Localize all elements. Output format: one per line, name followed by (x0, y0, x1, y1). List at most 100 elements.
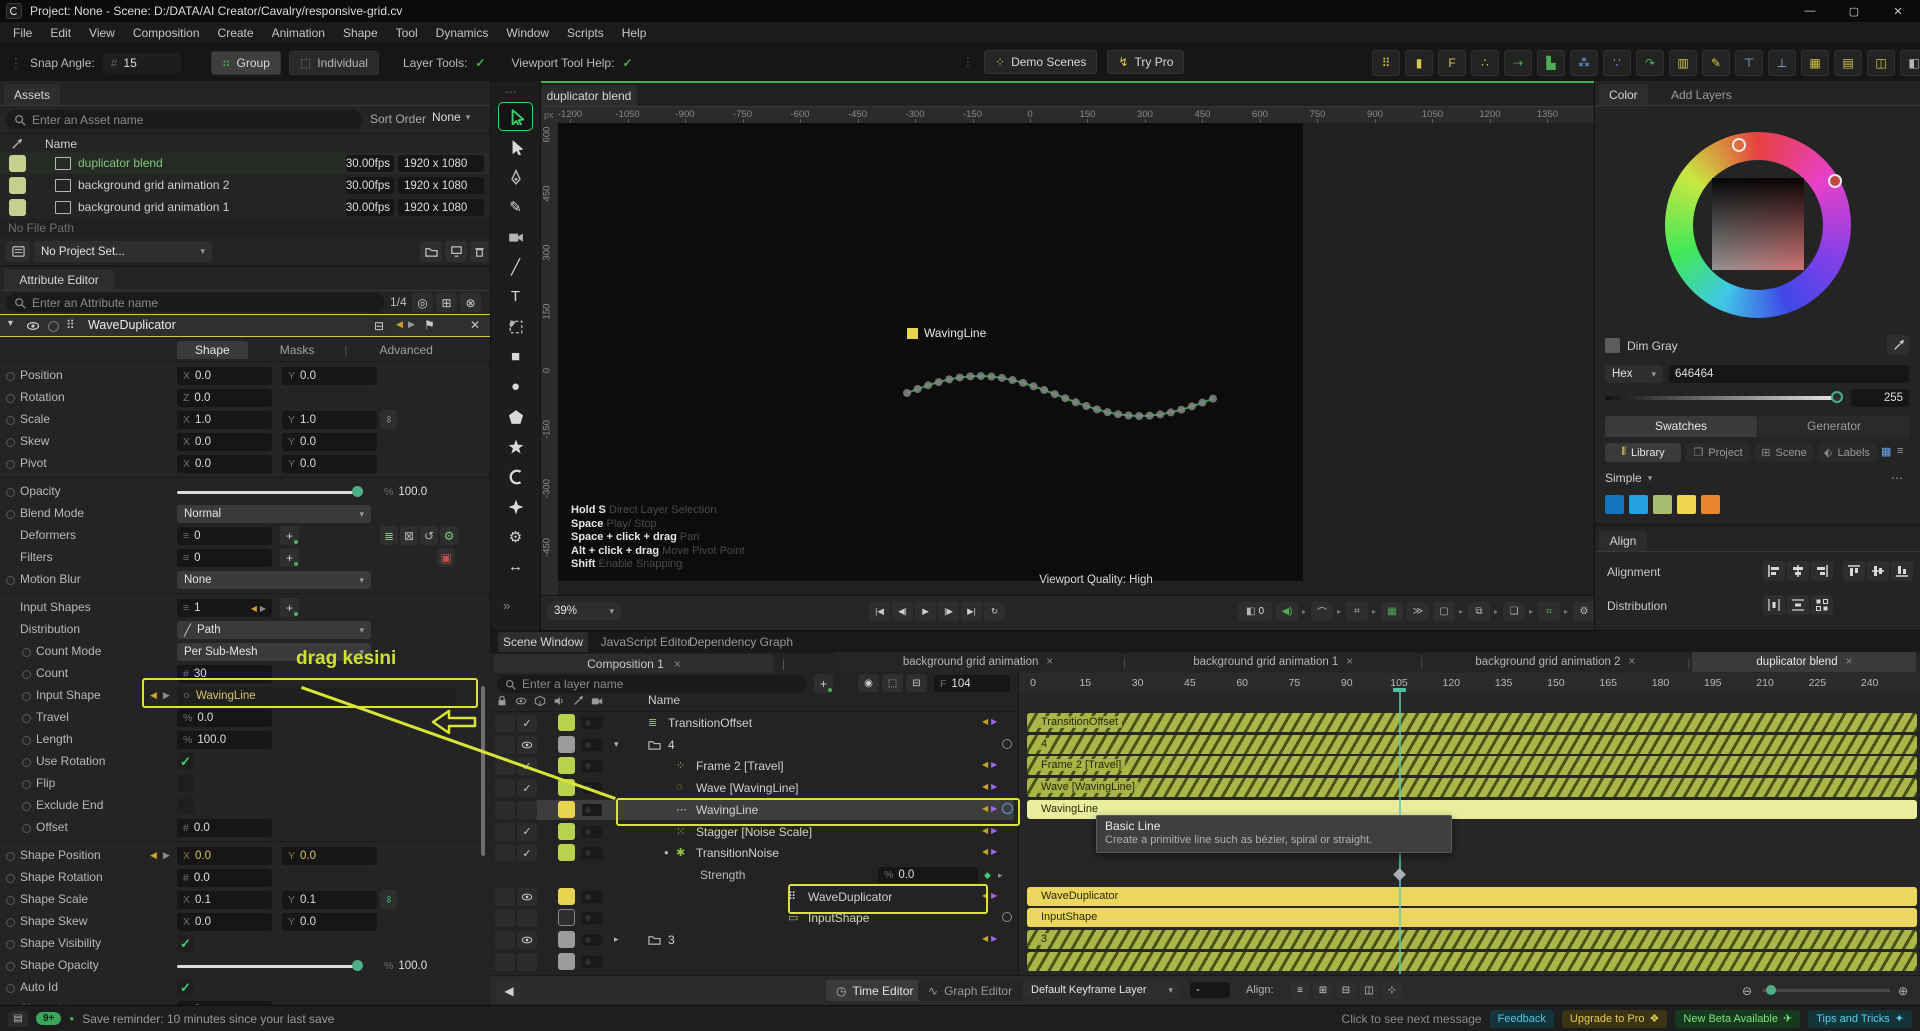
table-icon[interactable]: ▥ (1669, 50, 1697, 76)
alpha-slider-knob[interactable] (1831, 391, 1843, 403)
monitor-icon[interactable] (445, 241, 467, 262)
attr-keyframe-dot[interactable] (22, 802, 31, 811)
attr-row-input-shapes[interactable]: Input Shapes≡1◀▶+ (0, 597, 490, 619)
snapshot-toggle[interactable]: ❏ (1503, 602, 1525, 621)
timeline-bar-inputshape[interactable]: InputShape (1027, 908, 1917, 927)
color-swatch[interactable] (1629, 495, 1648, 514)
align-bot-button[interactable] (1891, 561, 1913, 581)
layer-render-toggle[interactable] (582, 847, 602, 859)
footer-align-icon-3[interactable]: ◫ (1359, 981, 1379, 999)
bounds-toggle[interactable]: ▢ (1433, 602, 1455, 621)
layer-row-transitionnoise[interactable]: ✓●✱TransitionNoise◀▶ (490, 843, 1018, 863)
time-editor-tab[interactable]: ◷Time Editor (826, 980, 923, 1001)
toggle-box-1[interactable] (495, 714, 515, 732)
attr-row-opacity[interactable]: Opacity%100.0 (0, 481, 490, 503)
attr-connection-field[interactable]: ○WavingLine (177, 687, 457, 705)
tab-assets[interactable]: Assets (4, 84, 60, 105)
close-tab-icon[interactable]: × (674, 657, 681, 671)
attr-row-count[interactable]: Count#30 (0, 663, 490, 685)
grid-toggle[interactable]: ⌗ (1346, 602, 1368, 621)
toggle-box-2[interactable] (517, 909, 537, 927)
status-button-tips-and-tricks[interactable]: Tips and Tricks✦ (1808, 1010, 1912, 1028)
target-ring-icon[interactable] (1002, 803, 1013, 814)
attr-checkbox[interactable] (177, 797, 194, 814)
zoom-in-icon[interactable]: ⊕ (1898, 984, 1908, 998)
layer-color-chip[interactable] (558, 801, 575, 818)
record-icon[interactable]: ◉ (858, 674, 879, 692)
visibility-eye-icon[interactable] (26, 319, 40, 333)
toggle-box-1[interactable] (495, 909, 515, 927)
footer-align-icon-1[interactable]: ⊞ (1313, 981, 1333, 999)
close-tab-icon[interactable]: × (1846, 656, 1853, 668)
ellipse-tool-icon[interactable]: ● (499, 373, 532, 400)
distribute-v-button[interactable] (1787, 595, 1809, 615)
footer-align-icon-0[interactable]: ≡ (1290, 981, 1310, 999)
attr-field-y[interactable]: Y1.0 (282, 411, 377, 429)
attr-field-y[interactable]: Y0.0 (282, 433, 377, 451)
grid-dots-icon[interactable]: ⠿ (1372, 50, 1400, 76)
toggle-box-1[interactable] (495, 888, 515, 906)
loop-button[interactable]: ↻ (984, 602, 1005, 621)
cube-column-icon[interactable] (534, 695, 546, 707)
layer-connect-icons[interactable]: ◀▶ (982, 782, 997, 791)
alpha-slider-track[interactable] (1605, 396, 1841, 400)
polygon-tool-icon[interactable] (499, 403, 532, 430)
sort-order-dropdown[interactable]: None▾ (432, 110, 470, 124)
timeline-tab-background-grid-animation-1[interactable]: background grid animation 1× (1128, 652, 1418, 672)
attribute-node-header[interactable]: ▾⠿WaveDuplicator⊟◀▶⚑✕ (0, 314, 490, 337)
attr-row-shape-position[interactable]: Shape Position◀▶X0.0Y0.0 (0, 845, 490, 867)
add-button[interactable]: + (280, 526, 299, 545)
attr-keyframe-dot[interactable] (22, 714, 31, 723)
keyframe-layer-dropdown[interactable]: Default Keyframe Layer▾ (1024, 981, 1180, 999)
menu-create[interactable]: Create (209, 22, 263, 44)
toggle-box-2[interactable] (517, 801, 537, 819)
minimize-button[interactable]: — (1788, 0, 1832, 22)
cube-icon[interactable]: ▮ (1405, 50, 1433, 76)
list-view-icon[interactable]: ≡ (1897, 445, 1903, 457)
transform-box-tool-icon[interactable] (499, 313, 532, 340)
link-icon[interactable]: ∞ (380, 410, 397, 429)
sv-cursor[interactable] (1828, 174, 1842, 188)
resize-tool-icon[interactable]: ↔ (499, 553, 532, 580)
layer-row-4[interactable]: ▾4 (490, 735, 1018, 755)
sparkle-tool-icon[interactable] (499, 493, 532, 520)
add-button[interactable]: + (280, 598, 299, 617)
rectangle-tool-icon[interactable]: ■ (499, 343, 532, 370)
align-right-button[interactable] (1811, 561, 1833, 581)
timeline-bar-frame-2-travel-[interactable]: Frame 2 [Travel] (1027, 756, 1917, 775)
layer-connect-icons[interactable]: ◀▶ (982, 826, 997, 835)
attr-keyframe-dot[interactable] (6, 438, 15, 447)
toggle-box-2[interactable] (517, 953, 537, 971)
layer-color-chip[interactable] (558, 888, 575, 905)
timeline-tab-duplicator-blend[interactable]: duplicator blend× (1692, 652, 1916, 672)
attr-tab-masks[interactable]: Masks (262, 341, 333, 359)
attr-row-use-rotation[interactable]: Use Rotation✓ (0, 751, 490, 773)
attr-row-blend-mode[interactable]: Blend ModeNormal▾ (0, 503, 490, 525)
layer-row-stagger-noise-scale-[interactable]: ✓⁙Stagger [Noise Scale]◀▶ (490, 822, 1018, 842)
attr-row-shape-rotation[interactable]: Shape Rotation#0.0 (0, 867, 490, 889)
onion-skin-icon[interactable]: ⬚ (882, 674, 903, 692)
toggle-box-1[interactable] (495, 931, 515, 949)
attr-row-position[interactable]: PositionX0.0Y0.0 (0, 365, 490, 387)
clear-icon[interactable]: ⊗ (460, 293, 481, 312)
strength-value-field[interactable]: %0.0 (878, 867, 978, 883)
sv-square[interactable] (1712, 178, 1804, 270)
attr-keyframe-dot[interactable] (6, 852, 15, 861)
attr-row-scale[interactable]: ScaleX1.0Y1.0∞ (0, 409, 490, 431)
attr-checkbox[interactable]: ✓ (177, 979, 194, 996)
menu-edit[interactable]: Edit (41, 22, 80, 44)
status-button-upgrade-to-pro[interactable]: Upgrade to Pro❖ (1562, 1010, 1667, 1028)
solo-ring-icon[interactable] (1002, 912, 1012, 922)
toggle-box-2[interactable] (517, 736, 537, 754)
deformer-box-icon[interactable]: ⊠ (400, 526, 418, 545)
library-tab-scene[interactable]: ⊞Scene (1755, 443, 1813, 462)
pin-icon[interactable]: ⚑ (424, 318, 435, 332)
link-icon[interactable]: ∞ (380, 890, 397, 909)
library-tab-labels[interactable]: ⬖Labels (1817, 443, 1877, 462)
attr-row-count-mode[interactable]: Count ModePer Sub-Mesh▾ (0, 641, 490, 663)
speaker-column-icon[interactable] (553, 695, 565, 707)
maximize-button[interactable]: ▢ (1832, 0, 1876, 22)
layer-color-chip[interactable] (558, 736, 575, 753)
align-top-button[interactable] (1843, 561, 1865, 581)
layer-connect-icons[interactable]: ◀▶ (982, 934, 997, 943)
